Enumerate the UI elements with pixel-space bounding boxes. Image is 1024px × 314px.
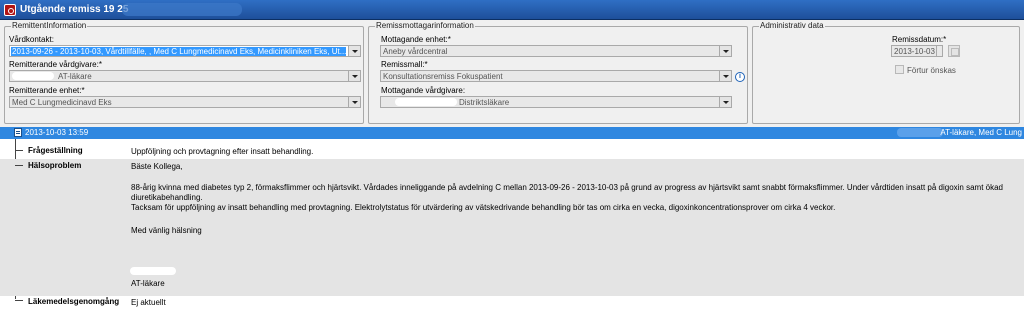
- mottagande-vardgivare-dropdown[interactable]: Distriktsläkare: [380, 96, 732, 108]
- chevron-down-icon[interactable]: [719, 71, 731, 81]
- redacted-name: [395, 98, 457, 106]
- mottagande-enhet-dropdown[interactable]: Aneby vårdcentral: [380, 45, 732, 57]
- remitterande-vardgivare-label: Remitterande vårdgivare:*: [9, 60, 102, 69]
- remissdatum-label: Remissdatum:*: [892, 35, 947, 44]
- mottagande-enhet-value: Aneby vårdcentral: [383, 47, 448, 56]
- entry-author: AT-läkare, Med C Lung: [940, 128, 1022, 137]
- remissmall-label: Remissmall:*: [381, 60, 428, 69]
- fortur-checkbox[interactable]: [895, 65, 904, 74]
- remissmall-dropdown[interactable]: Konsultationsremiss Fokuspatient: [380, 70, 732, 82]
- remissmall-value: Konsultationsremiss Fokuspatient: [383, 72, 503, 81]
- remitterande-vardgivare-value: AT-läkare: [58, 72, 92, 81]
- remissdatum-value: 2013-10-03: [894, 47, 935, 56]
- redacted-signature-name: [130, 267, 176, 275]
- mottagande-vardgivare-value: Distriktsläkare: [459, 98, 510, 107]
- fragestallning-value: Uppföljning och provtagning efter insatt…: [131, 147, 314, 156]
- mottagare-group-label: Remissmottagarinformation: [375, 21, 475, 30]
- redacted-patient-id: [122, 3, 242, 16]
- mottagande-enhet-label: Mottagande enhet:*: [381, 35, 451, 44]
- form-header-region: RemittentInformation Vårdkontakt: 2013-0…: [0, 20, 1024, 125]
- fragestallning-label: Frågeställning: [28, 146, 83, 155]
- remittent-group-label: RemittentInformation: [11, 21, 88, 30]
- chevron-down-icon[interactable]: [348, 97, 360, 107]
- row-halsoproblem: Hälsoproblem Bäste Kollega, 88-årig kvin…: [0, 159, 1024, 296]
- spinner-icon[interactable]: [936, 46, 942, 56]
- entry-content: Frågeställning Uppföljning och provtagni…: [0, 139, 1024, 314]
- document-icon: [14, 128, 22, 137]
- halsoproblem-closing: Med vänlig hälsning: [131, 226, 202, 235]
- halsoproblem-label: Hälsoproblem: [28, 161, 82, 170]
- redacted-name: [12, 72, 54, 80]
- remitterande-enhet-value: Med C Lungmedicinavd Eks: [12, 98, 112, 107]
- chevron-down-icon[interactable]: [348, 71, 360, 81]
- window-titlebar: Utgående remiss 19 25: [0, 0, 1024, 20]
- chevron-down-icon[interactable]: [348, 46, 360, 56]
- lakemedel-value: Ej aktuellt: [131, 298, 166, 307]
- admin-group: Administrativ data Remissdatum:* 2013-10…: [752, 21, 1020, 124]
- remittent-group: RemittentInformation Vårdkontakt: 2013-0…: [4, 21, 364, 124]
- redacted-author-name: [897, 128, 943, 137]
- fortur-label: Förtur önskas: [907, 66, 956, 75]
- entry-header-row[interactable]: 2013-10-03 13:59 AT-läkare, Med C Lung: [0, 127, 1024, 139]
- remitterande-enhet-dropdown[interactable]: Med C Lungmedicinavd Eks: [9, 96, 361, 108]
- tree-connector: [15, 300, 23, 301]
- vardkontakt-value: 2013-09-26 - 2013-10-03, Vårdtillfälle, …: [11, 47, 346, 56]
- row-fragestallning: Frågeställning Uppföljning och provtagni…: [0, 144, 1024, 158]
- chevron-down-icon[interactable]: [719, 46, 731, 56]
- tree-connector: [15, 150, 23, 151]
- halsoproblem-paragraph-2: Tacksam för uppföljning av insatt behand…: [131, 203, 836, 212]
- row-lakemedelsgenomgang: Läkemedelsgenomgång Ej aktuellt: [0, 296, 1024, 310]
- app-icon: [4, 4, 16, 16]
- window-title: Utgående remiss 19 25: [20, 4, 129, 15]
- admin-group-label: Administrativ data: [759, 21, 825, 30]
- mottagare-group: Remissmottagarinformation Mottagande enh…: [368, 21, 748, 124]
- chevron-down-icon[interactable]: [719, 97, 731, 107]
- vardkontakt-label: Vårdkontakt:: [9, 35, 54, 44]
- remitterande-enhet-label: Remitterande enhet:*: [9, 86, 85, 95]
- halsoproblem-signature: AT-läkare: [131, 279, 165, 288]
- entry-timestamp: 2013-10-03 13:59: [25, 128, 89, 137]
- lakemedel-label: Läkemedelsgenomgång: [28, 297, 120, 306]
- tree-connector: [15, 165, 23, 166]
- vardkontakt-dropdown[interactable]: 2013-09-26 - 2013-10-03, Vårdtillfälle, …: [9, 45, 361, 57]
- info-icon[interactable]: i: [735, 72, 745, 82]
- halsoproblem-greeting: Bäste Kollega,: [131, 162, 183, 171]
- halsoproblem-paragraph-1: 88-årig kvinna med diabetes typ 2, förma…: [131, 183, 1004, 202]
- remitterande-vardgivare-dropdown[interactable]: AT-läkare: [9, 70, 361, 82]
- remissdatum-field[interactable]: 2013-10-03: [891, 45, 943, 57]
- calendar-icon[interactable]: [948, 45, 960, 57]
- mottagande-vardgivare-label: Mottagande vårdgivare:: [381, 86, 466, 95]
